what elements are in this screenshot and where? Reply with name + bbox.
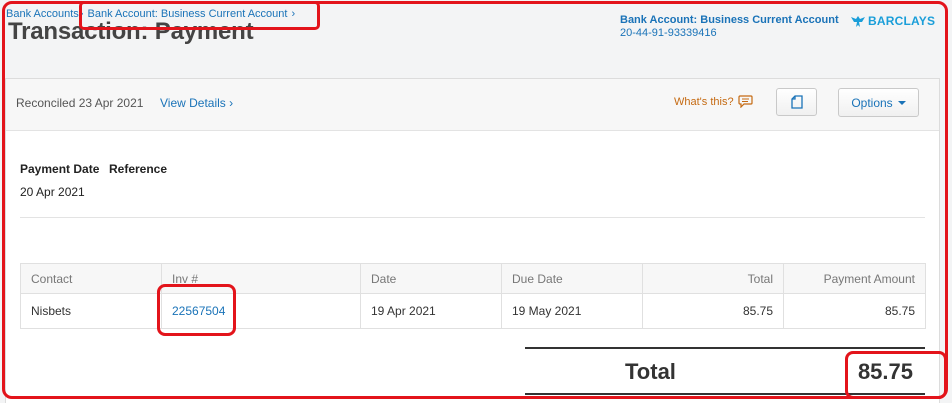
breadcrumb-separator: ›: [291, 8, 296, 20]
col-header-inv: Inv #: [161, 263, 361, 294]
bank-logo: BARCLAYS: [850, 14, 935, 28]
col-header-contact: Contact: [20, 263, 162, 294]
copy-button[interactable]: [776, 88, 817, 116]
table-header-row: Contact Inv # Date Due Date Total Paymen…: [20, 263, 926, 294]
bank-logo-text: BARCLAYS: [868, 14, 936, 28]
total-summary: Total 85.75: [525, 347, 925, 395]
payment-lines-table: Contact Inv # Date Due Date Total Paymen…: [20, 263, 926, 329]
divider: [20, 217, 925, 218]
table-row: Nisbets 22567504 19 Apr 2021 19 May 2021…: [20, 293, 926, 329]
view-details-link[interactable]: View Details ›: [160, 96, 233, 110]
payment-date-value: 20 Apr 2021: [20, 185, 85, 199]
account-info: Bank Account: Business Current Account 2…: [620, 14, 839, 40]
cell-due-date: 19 May 2021: [501, 293, 643, 329]
col-header-due-date: Due Date: [501, 263, 643, 294]
invoice-link[interactable]: 22567504: [172, 304, 225, 318]
cell-date: 19 Apr 2021: [360, 293, 502, 329]
page-title: Transaction: Payment: [8, 18, 254, 45]
reference-label: Reference: [109, 162, 168, 176]
transaction-card: Reconciled 23 Apr 2021 View Details › Wh…: [5, 78, 940, 403]
col-header-date: Date: [360, 263, 502, 294]
options-label: Options: [851, 95, 893, 110]
account-name[interactable]: Bank Account: Business Current Account: [620, 14, 839, 27]
col-header-payment-amount: Payment Amount: [783, 263, 926, 294]
reconciled-status: Reconciled 23 Apr 2021: [16, 96, 144, 110]
total-label: Total: [625, 359, 676, 384]
cell-payment-amount: 85.75: [783, 293, 926, 329]
transaction-toolbar: Reconciled 23 Apr 2021 View Details › Wh…: [6, 79, 939, 131]
payment-date-label: Payment Date: [20, 162, 100, 176]
whats-this-link[interactable]: What's this?: [674, 95, 753, 108]
eagle-icon: [851, 15, 865, 27]
whats-this-label: What's this?: [674, 95, 734, 108]
col-header-total: Total: [642, 263, 784, 294]
cell-contact: Nisbets: [20, 293, 162, 329]
copy-icon: [790, 95, 803, 109]
cell-total: 85.75: [642, 293, 784, 329]
chevron-down-icon: [897, 100, 906, 105]
account-number: 20-44-91-93339416: [620, 27, 717, 39]
total-value: 85.75: [857, 359, 913, 384]
speech-bubble-icon: [737, 95, 753, 108]
options-button[interactable]: Options: [838, 88, 919, 117]
